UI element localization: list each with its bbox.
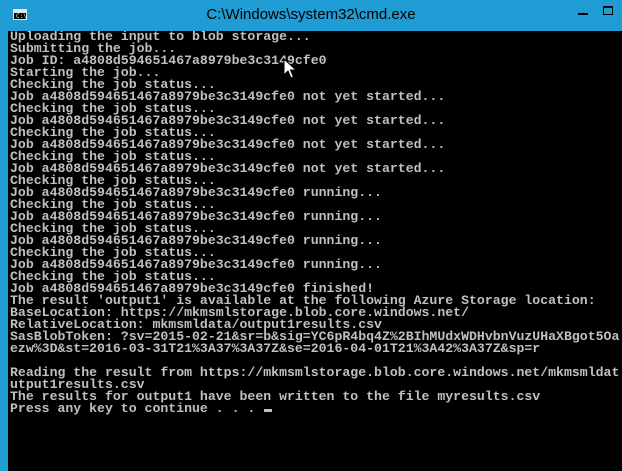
console-output[interactable]: Uploading the input to blob storage... S… (8, 31, 622, 471)
maximize-icon (603, 6, 613, 15)
minimize-icon (578, 13, 588, 15)
mouse-pointer-icon (283, 58, 297, 79)
console-prompt-line: Press any key to continue . . . (10, 401, 273, 416)
console-prompt-text: Press any key to continue . . . (10, 401, 264, 416)
title-bar[interactable]: C:\ C:\Windows\system32\cmd.exe (0, 0, 622, 31)
window-title: C:\Windows\system32\cmd.exe (206, 6, 416, 23)
console-line: ezw%3D&st=2016-03-31T21%3A37%3A37Z&se=20… (10, 341, 541, 356)
minimize-button[interactable] (570, 0, 596, 22)
text-cursor (264, 409, 273, 412)
maximize-button[interactable] (596, 0, 622, 22)
cmd-window[interactable]: C:\ C:\Windows\system32\cmd.exe Uploadin… (0, 0, 622, 471)
